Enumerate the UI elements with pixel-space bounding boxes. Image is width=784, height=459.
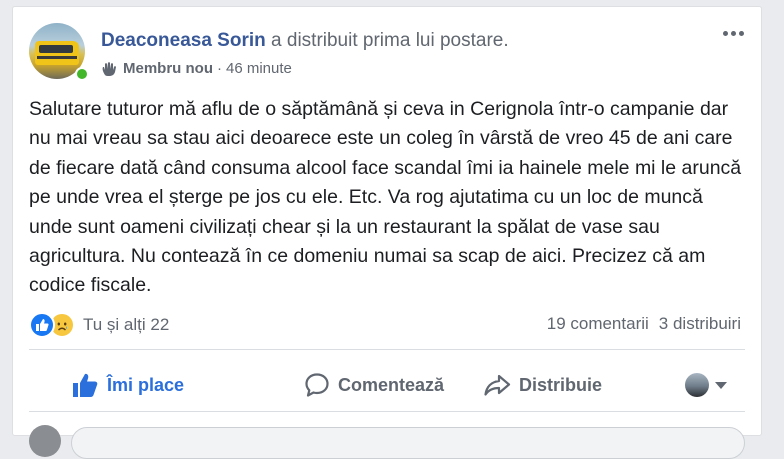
thumbs-up-icon [73, 373, 98, 397]
share-arrow-icon [484, 374, 511, 396]
comment-button[interactable]: Comentează [273, 372, 475, 398]
wave-hand-icon [101, 61, 119, 77]
viewer-avatar [685, 373, 709, 397]
post-card: Deaconeasa Sorin a distribuit prima lui … [12, 6, 762, 459]
online-status-dot [75, 67, 89, 81]
share-count[interactable]: 3 distribuiri [659, 314, 741, 334]
post-meta: Membru nou · 46 minute [101, 60, 292, 77]
post-text: Salutare tuturor mă aflu de o săptămână … [29, 98, 742, 297]
comment-count[interactable]: 19 comentarii [547, 314, 649, 334]
post-stats: 19 comentarii 3 distribuiri [547, 314, 741, 334]
action-bar: Îmi place Comentează Distribuie [29, 363, 745, 407]
reaction-count[interactable]: Tu și alți 22 [83, 315, 169, 335]
like-label: Îmi place [107, 374, 185, 395]
commenter-avatar [29, 425, 61, 457]
divider [29, 411, 745, 412]
comment-composer [29, 417, 745, 459]
chevron-down-icon [715, 381, 727, 389]
member-badge[interactable]: Membru nou [123, 60, 213, 77]
post-time[interactable]: 46 minute [226, 60, 292, 77]
share-button[interactable]: Distribuie [475, 373, 685, 397]
comment-label: Comentează [337, 374, 445, 395]
like-reaction-icon [29, 312, 55, 338]
bus-photo [35, 41, 79, 65]
share-label: Distribuie [519, 374, 603, 395]
divider [29, 349, 745, 350]
author-name[interactable]: Deaconeasa Sorin [101, 30, 266, 51]
meta-separator: · [217, 60, 222, 77]
reaction-summary[interactable]: Tu și alți 22 [29, 310, 169, 340]
comment-input[interactable] [71, 427, 745, 459]
post-action-text: a distribuit prima lui postare. [271, 30, 509, 51]
more-options-icon[interactable] [721, 23, 745, 43]
viewer-selector[interactable] [685, 373, 745, 397]
post-header: Deaconeasa Sorin a distribuit prima lui … [101, 30, 509, 52]
comment-icon [305, 373, 329, 397]
like-button[interactable]: Îmi place [29, 372, 273, 398]
